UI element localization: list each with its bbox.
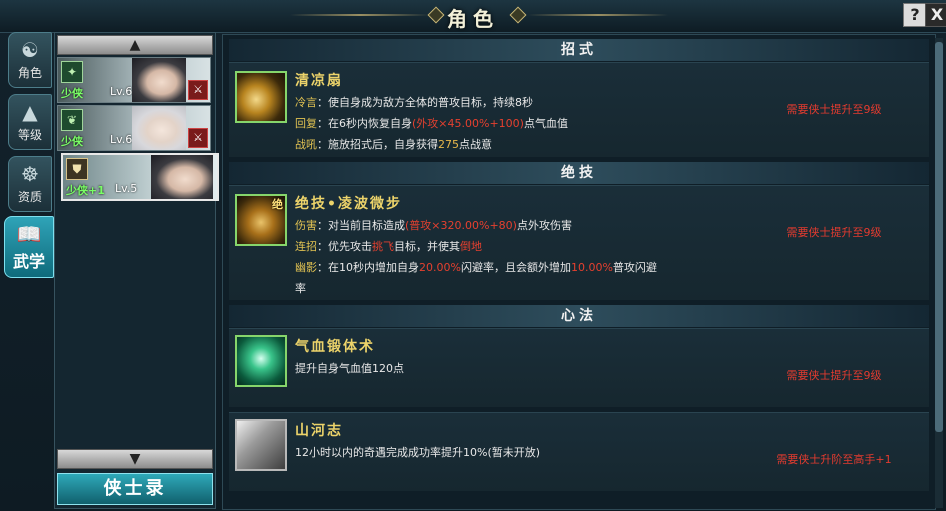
level-icon: ▲ [22, 100, 38, 124]
skill-requirement: 需要侠士升阶至高手+1 [776, 453, 892, 466]
skill-row-ultimate[interactable]: 绝 绝技•凌波微步 伤害：对当前目标造成(普攻×320.00%+80)点外攻伤害… [229, 185, 929, 300]
tab-martial-arts-label: 武学 [12, 252, 45, 271]
skill-name: 山河志 [295, 423, 343, 439]
skill-description: 提升自身气血值120点 [295, 362, 404, 375]
chevron-up-icon: ▲ [129, 37, 141, 53]
character-list-panel: ▲ ✦ 少侠 Lv.6 ⚔ ❦ 少侠 Lv.6 ⚔ ⛊ 少侠+1 Lv.5 ▼ … [54, 32, 219, 509]
character-card-selected[interactable]: ⛊ 少侠+1 Lv.5 [61, 153, 219, 201]
skill-effect-line: 冷言：使自身成为敌方全体的普攻目标，持续8秒 [295, 96, 533, 109]
shield-badge-icon: ⛊ [66, 158, 88, 180]
character-icon: ☯ [21, 38, 39, 62]
skill-effect-line: 幽影：在10秒内增加自身20.00%闪避率，且会额外增加10.00%普攻闪避 [295, 261, 657, 274]
dagger-skill-icon [235, 419, 287, 471]
tab-character[interactable]: ☯ 角色 [8, 32, 52, 88]
skill-name: 气血锻体术 [295, 339, 375, 355]
fan-skill-icon [235, 71, 287, 123]
skill-requirement: 需要侠士提升至9级 [786, 369, 882, 382]
martial-arts-icon: 📖 [16, 222, 42, 246]
section-header-mental: 心法 [229, 305, 929, 327]
window-title: 角色 [447, 7, 499, 31]
close-button[interactable]: X [925, 3, 946, 27]
sword-icon: ⚔ [188, 80, 208, 100]
leaf-badge-icon: ❦ [61, 109, 83, 131]
skill-effect-line: 率 [295, 282, 306, 295]
meditation-skill-icon [235, 335, 287, 387]
star-badge-icon: ✦ [61, 61, 83, 83]
title-ornament-right [528, 14, 668, 16]
skill-description: 12小时以内的奇遇完成成功率提升10%(暂未开放) [295, 446, 541, 459]
skill-requirement: 需要侠士提升至9级 [786, 103, 882, 116]
skill-effect-line: 伤害：对当前目标造成(普攻×320.00%+80)点外攻伤害 [295, 219, 572, 232]
character-level: Lv.5 [115, 182, 138, 195]
section-header-moves: 招式 [229, 39, 929, 61]
skills-panel: 招式 清凉扇 冷言：使自身成为敌方全体的普攻目标，持续8秒 回复：在6秒内恢复自… [222, 34, 936, 510]
skill-row-mental[interactable]: 气血锻体术 提升自身气血值120点 需要侠士提升至9级 [229, 328, 929, 407]
help-button[interactable]: ? [903, 3, 927, 27]
skill-effect-line: 回复：在6秒内恢复自身(外攻×45.00%+100)点气血值 [295, 117, 568, 130]
character-level: Lv.6 [110, 133, 133, 146]
tab-level-label: 等级 [17, 128, 42, 142]
skill-effect-line: 战吼：施放招式后，自身获得275点战意 [295, 138, 492, 151]
tab-aptitude[interactable]: ☸ 资质 [8, 156, 52, 212]
chevron-down-icon: ▼ [129, 451, 141, 467]
scroll-up-button[interactable]: ▲ [57, 35, 213, 55]
skill-effect-line: 连招：优先攻击挑飞目标，并使其倒地 [295, 240, 482, 253]
vertical-scrollbar[interactable] [935, 38, 943, 508]
tab-martial-arts[interactable]: 📖 武学 [4, 216, 54, 278]
hero-record-button[interactable]: 侠士录 [57, 473, 213, 505]
character-rank: 少侠+1 [66, 184, 105, 197]
scrollbar-thumb[interactable] [935, 42, 943, 432]
game-window: 角色 ? X ☯ 角色 ▲ 等级 ☸ 资质 📖 武学 ▲ ✦ 少侠 Lv.6 ⚔ [0, 0, 946, 511]
aptitude-icon: ☸ [21, 162, 39, 186]
tab-character-label: 角色 [17, 66, 42, 80]
character-level: Lv.6 [110, 85, 133, 98]
character-portrait [132, 58, 186, 102]
skill-row-moves[interactable]: 清凉扇 冷言：使自身成为敌方全体的普攻目标，持续8秒 回复：在6秒内恢复自身(外… [229, 62, 929, 157]
footwork-skill-icon: 绝 [235, 194, 287, 246]
title-bar: 角色 ? X [0, 0, 946, 33]
character-card[interactable]: ❦ 少侠 Lv.6 ⚔ [57, 105, 211, 151]
tab-level[interactable]: ▲ 等级 [8, 94, 52, 150]
sword-icon: ⚔ [188, 128, 208, 148]
section-header-ultimate: 绝技 [229, 162, 929, 184]
ultimate-badge: 绝 [272, 198, 283, 211]
skill-name: 清凉扇 [295, 73, 343, 89]
skill-row-mental[interactable]: 山河志 12小时以内的奇遇完成成功率提升10%(暂未开放) 需要侠士升阶至高手+… [229, 412, 929, 491]
scroll-down-button[interactable]: ▼ [57, 449, 213, 469]
character-rank: 少侠 [61, 87, 83, 100]
character-rank: 少侠 [61, 135, 83, 148]
character-card[interactable]: ✦ 少侠 Lv.6 ⚔ [57, 57, 211, 103]
tab-aptitude-label: 资质 [17, 190, 42, 204]
character-portrait [132, 106, 186, 150]
skill-requirement: 需要侠士提升至9级 [786, 226, 882, 239]
skill-name: 绝技•凌波微步 [295, 196, 402, 212]
character-portrait [151, 155, 213, 199]
